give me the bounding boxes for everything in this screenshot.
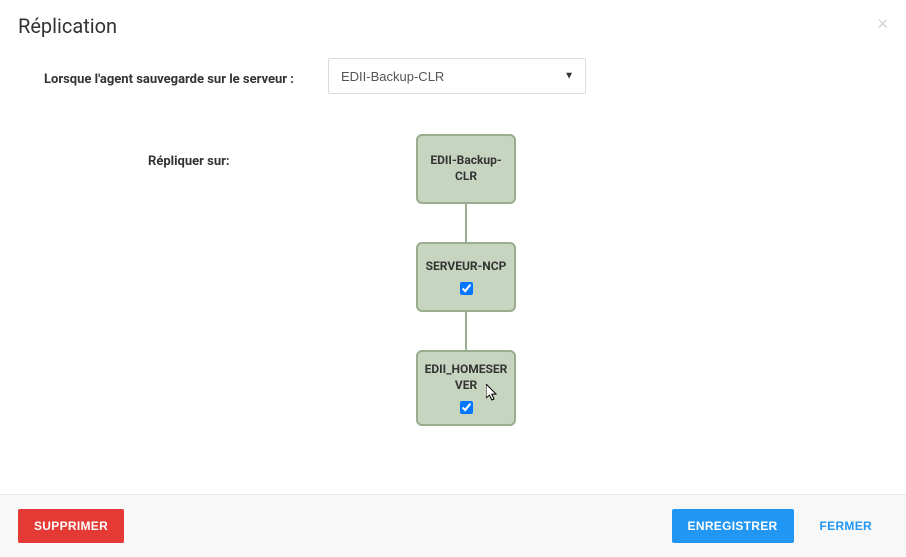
node-label: EDII_HOMESERVER [424,362,508,393]
replication-modal: Réplication × Lorsque l'agent sauvegarde… [0,0,906,557]
replicate-label: Répliquer sur: [18,134,328,169]
modal-title: Réplication [18,14,888,38]
delete-button[interactable]: SUPPRIMER [18,509,124,543]
node-checkbox[interactable] [460,282,473,295]
tree-node-root[interactable]: EDII-Backup-CLR [416,134,516,204]
save-button[interactable]: ENREGISTRER [672,509,794,543]
server-select[interactable]: EDII-Backup-CLR [328,58,586,94]
server-label: Lorsque l'agent sauvegarde sur le serveu… [18,66,328,87]
close-icon[interactable]: × [878,12,888,32]
tree-connector [465,312,467,350]
node-checkbox[interactable] [460,401,473,414]
node-label: SERVEUR-NCP [426,259,507,275]
server-select-wrap: EDII-Backup-CLR ▼ [328,58,586,94]
modal-footer: SUPPRIMER ENREGISTRER FERMER [0,494,906,557]
modal-header: Réplication × [0,0,906,46]
tree-connector [465,204,467,242]
close-button[interactable]: FERMER [804,509,888,543]
modal-body: Lorsque l'agent sauvegarde sur le serveu… [0,46,906,494]
tree-node[interactable]: EDII_HOMESERVER [416,350,516,426]
tree-node[interactable]: SERVEUR-NCP [416,242,516,312]
server-row: Lorsque l'agent sauvegarde sur le serveu… [18,58,888,94]
replication-tree: EDII-Backup-CLR SERVEUR-NCP EDII_HOMESER… [328,134,888,426]
node-label: EDII-Backup-CLR [424,153,508,184]
replicate-row: Répliquer sur: EDII-Backup-CLR SERVEUR-N… [18,134,888,426]
